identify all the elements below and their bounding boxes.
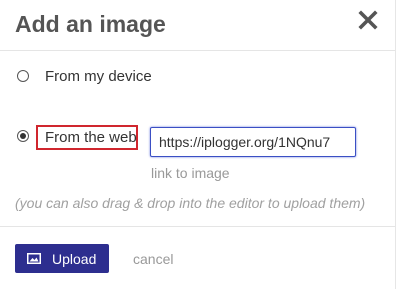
dialog-header: Add an image	[0, 0, 395, 51]
image-url-input[interactable]	[150, 127, 356, 157]
cancel-link[interactable]: cancel	[133, 251, 173, 267]
from-device-label[interactable]: From my device	[45, 68, 152, 85]
upload-button[interactable]: Upload	[15, 244, 109, 273]
dialog-title: Add an image	[15, 11, 166, 37]
close-icon[interactable]	[356, 8, 380, 32]
radio-row-web	[17, 130, 29, 142]
radio-row-device	[17, 70, 29, 82]
radio-from-web[interactable]	[17, 130, 29, 142]
footer-divider	[0, 226, 395, 227]
from-web-label[interactable]: From the web	[45, 129, 137, 146]
upload-label: Upload	[52, 250, 97, 267]
radio-from-device[interactable]	[17, 70, 29, 82]
add-image-dialog: Add an image From my device From the web…	[0, 0, 396, 289]
link-to-image-hint: link to image	[151, 165, 230, 181]
image-icon	[27, 253, 41, 264]
drag-drop-note: (you can also drag & drop into the edito…	[15, 195, 366, 211]
